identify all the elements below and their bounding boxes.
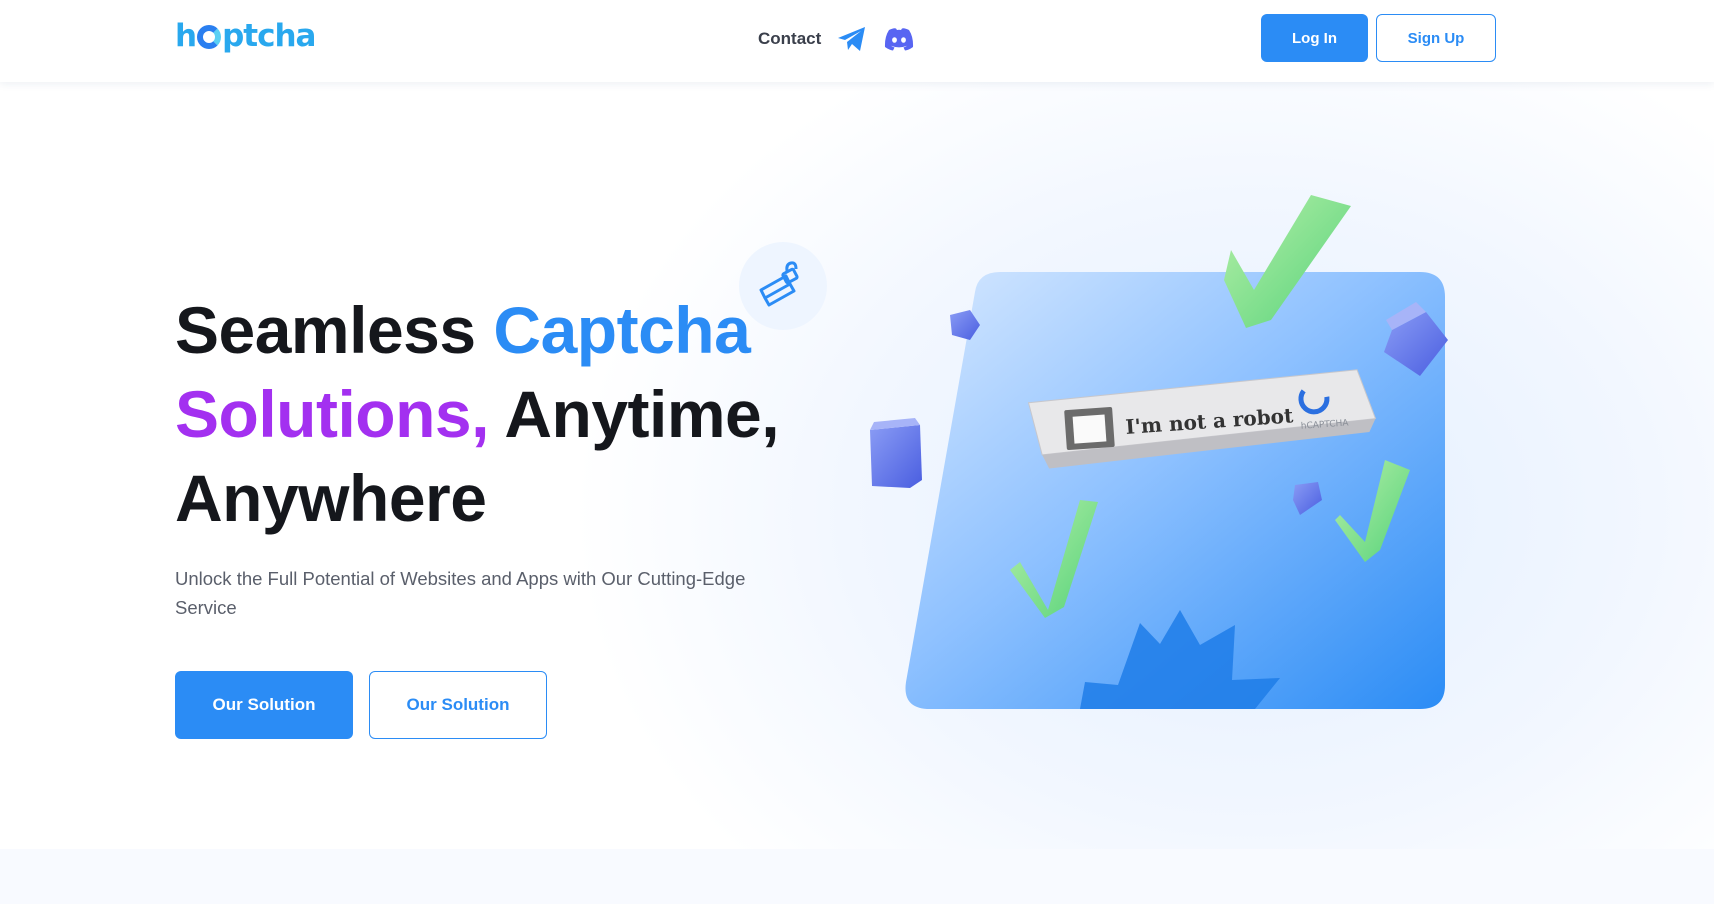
signup-button[interactable]: Sign Up: [1376, 14, 1496, 62]
headline-part-1: Seamless: [175, 293, 494, 367]
contact-link[interactable]: Contact: [758, 29, 821, 49]
hero-subtext: Unlock the Full Potential of Websites an…: [175, 568, 746, 618]
telegram-icon[interactable]: [837, 26, 867, 52]
our-solution-primary-button[interactable]: Our Solution: [175, 671, 353, 739]
hcaptcha-logo[interactable]: h ptcha: [175, 18, 316, 54]
captcha-illustration: I'm not a robot hCAPTCHA: [860, 180, 1460, 720]
top-header: h ptcha Contact Log In Sign Up: [0, 0, 1714, 82]
section-divider: [0, 849, 1714, 904]
our-solution-secondary-button[interactable]: Our Solution: [369, 671, 547, 739]
cube-left: [870, 418, 922, 488]
main-nav: Contact: [758, 24, 915, 54]
login-button[interactable]: Log In: [1261, 14, 1368, 62]
headline-captcha: Captcha: [493, 293, 751, 367]
headline-solutions: Solutions,: [175, 377, 489, 451]
hero-headline: Seamless Captcha Solutions, Anytime, Any…: [175, 288, 795, 540]
discord-icon[interactable]: [883, 27, 915, 51]
